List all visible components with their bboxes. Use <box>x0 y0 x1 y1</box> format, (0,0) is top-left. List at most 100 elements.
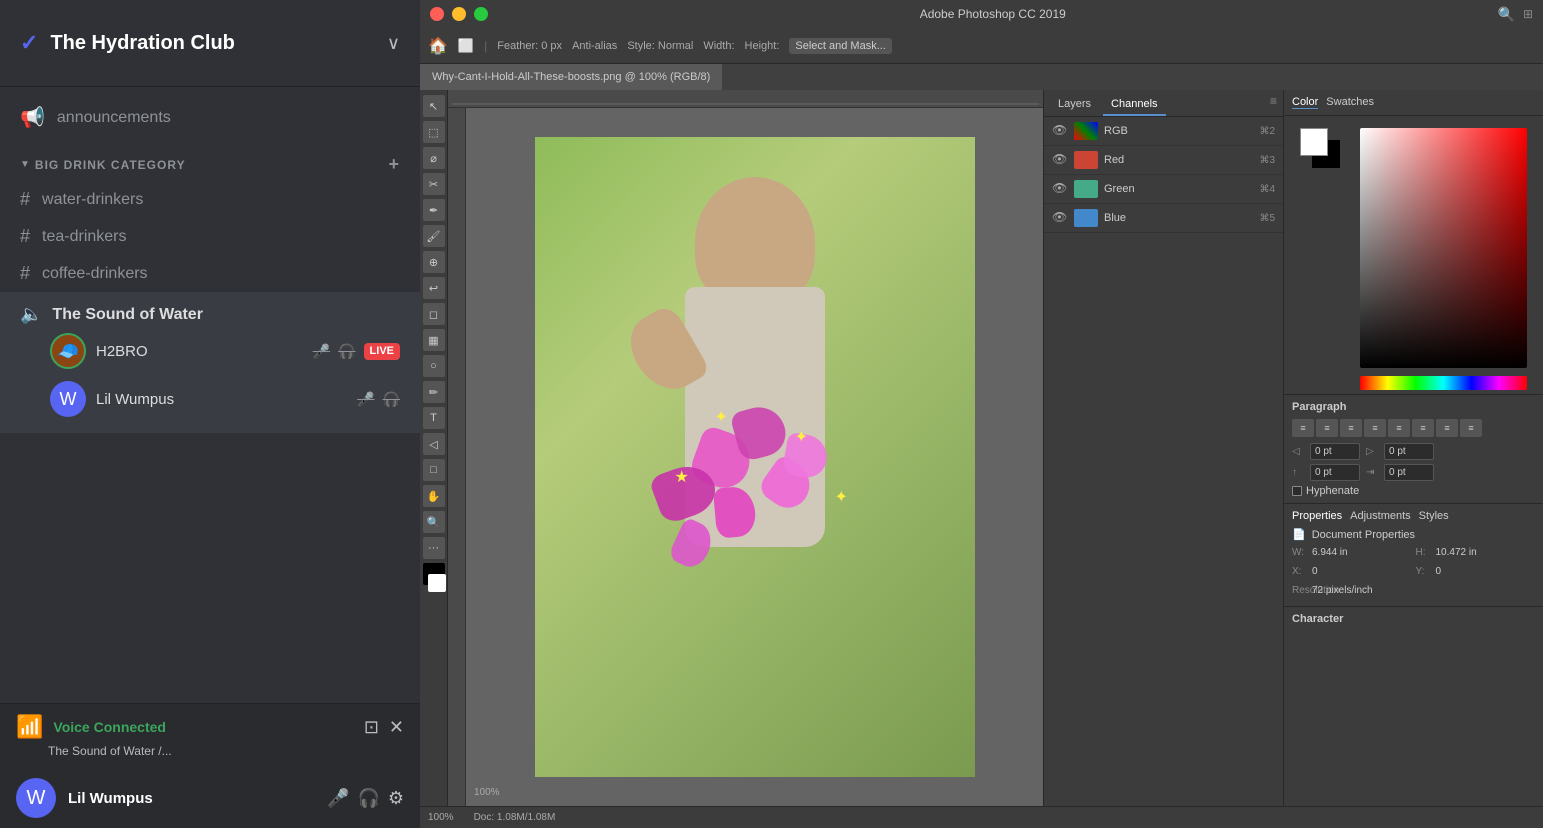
ps-layer-row-green[interactable]: 👁 Green ⌘4 <box>1044 175 1283 204</box>
ps-type-tool[interactable]: T <box>423 407 445 429</box>
ps-canvas: ✦ ✦ ★ ✦ <box>535 137 975 777</box>
voice-channel-info: The Sound of Water /... <box>16 744 404 758</box>
channel-item-water-drinkers[interactable]: # water-drinkers <box>0 181 420 218</box>
deafen-toggle-button[interactable]: 🎧 <box>357 788 379 809</box>
meme-figure: ✦ ✦ ★ ✦ <box>615 167 895 747</box>
ps-indent-left-input[interactable] <box>1310 443 1360 460</box>
ps-y-key: Y: <box>1416 566 1432 577</box>
ps-maximize-button[interactable] <box>474 7 488 21</box>
chevron-down-icon[interactable]: ∨ <box>387 33 400 54</box>
ps-history-brush-tool[interactable]: ↩ <box>423 277 445 299</box>
eye-icon-blue[interactable]: 👁 <box>1052 210 1068 226</box>
ps-brush-tool[interactable]: 🖌 <box>423 225 445 247</box>
ps-window-controls[interactable]: ⊞ <box>1523 7 1533 21</box>
ps-zoom-tool[interactable]: 🔍 <box>423 511 445 533</box>
eye-icon-red[interactable]: 👁 <box>1052 152 1068 168</box>
member-name-lil-wumpus: Lil Wumpus <box>96 391 347 408</box>
ps-channels-tab[interactable]: Channels <box>1103 94 1165 116</box>
ps-align-right[interactable]: ≡ <box>1340 419 1362 437</box>
sidebar: ✓ The Hydration Club ∨ 📢 announcements ▼… <box>0 0 420 828</box>
ps-justify-right[interactable]: ≡ <box>1436 419 1458 437</box>
ps-top-toolbar[interactable]: 🏠 ⬜ | Feather: 0 px Anti-alias Style: No… <box>420 28 1543 64</box>
channel-item-tea-drinkers[interactable]: # tea-drinkers <box>0 218 420 255</box>
mute-toggle-button[interactable]: 🎤 <box>327 788 349 809</box>
ps-hyphenate-checkbox[interactable] <box>1292 486 1302 496</box>
caret-icon: ▼ <box>20 159 31 170</box>
hash-icon: # <box>20 263 30 284</box>
ps-hue-slider[interactable] <box>1360 376 1527 390</box>
ps-lasso-tool[interactable]: ⌀ <box>423 147 445 169</box>
ps-space-before-input[interactable] <box>1310 464 1360 481</box>
ps-eraser-tool[interactable]: ◻ <box>423 303 445 325</box>
ps-canvas-area[interactable]: ✦ ✦ ★ ✦ 100% <box>466 108 1043 806</box>
ps-path-select-tool[interactable]: ◁ <box>423 433 445 455</box>
ps-style-label: Style: Normal <box>627 40 693 52</box>
ps-fg-swatch[interactable] <box>1300 128 1328 156</box>
ps-clone-tool[interactable]: ⊕ <box>423 251 445 273</box>
ps-close-button[interactable] <box>430 7 444 21</box>
ps-gradient-tool[interactable]: ▦ <box>423 329 445 351</box>
ps-color-tab[interactable]: Color <box>1292 96 1318 109</box>
ps-properties-tab[interactable]: Properties <box>1292 510 1342 522</box>
ps-marquee-tool[interactable]: ⬚ <box>423 121 445 143</box>
ps-background-color[interactable] <box>428 574 446 592</box>
ps-fg-bg-swatches[interactable] <box>1300 128 1340 168</box>
ps-swatches-tab[interactable]: Swatches <box>1326 96 1374 109</box>
ps-select-mask-btn[interactable]: Select and Mask... <box>789 38 892 54</box>
eye-icon-green[interactable]: 👁 <box>1052 181 1068 197</box>
eye-icon-rgb[interactable]: 👁 <box>1052 123 1068 139</box>
ps-indent-right-input[interactable] <box>1384 443 1434 460</box>
ps-styles-tab[interactable]: Styles <box>1419 510 1449 522</box>
voice-member-h2bro: 🧢 H2BRO 🎤 🎧 LIVE <box>20 327 400 375</box>
ps-layer-row-rgb[interactable]: 👁 RGB ⌘2 <box>1044 117 1283 146</box>
add-channel-button[interactable]: + <box>388 154 400 175</box>
ps-hand-tool[interactable]: ✋ <box>423 485 445 507</box>
ps-home-icon[interactable]: 🏠 <box>428 36 448 56</box>
avatar-h2bro: 🧢 <box>50 333 86 369</box>
ps-minimize-button[interactable] <box>452 7 466 21</box>
ps-rect-select-icon[interactable]: ⬜ <box>458 38 474 54</box>
ps-justify-all[interactable]: ≡ <box>1412 419 1434 437</box>
sparkle-1: ✦ <box>715 407 728 427</box>
ps-first-indent-input[interactable] <box>1384 464 1434 481</box>
ps-shape-tool[interactable]: □ <box>423 459 445 481</box>
ps-active-tab[interactable]: Why-Cant-I-Hold-All-These-boosts.png @ 1… <box>420 64 723 90</box>
ps-layer-row-red[interactable]: 👁 Red ⌘3 <box>1044 146 1283 175</box>
mute-icon: 🎤 <box>357 391 374 408</box>
ps-adjustments-tab[interactable]: Adjustments <box>1350 510 1411 522</box>
ps-doc-props-header: 📄 Document Properties <box>1292 528 1535 541</box>
ps-align-center[interactable]: ≡ <box>1316 419 1338 437</box>
user-settings-button[interactable]: ⚙ <box>388 788 404 809</box>
ps-width-key: W: <box>1292 547 1308 558</box>
ps-panel-menu-icon[interactable]: ≡ <box>1270 94 1277 116</box>
ps-search-icon[interactable]: 🔍 <box>1498 6 1515 23</box>
ps-titlebar: Adobe Photoshop CC 2019 🔍 ⊞ <box>420 0 1543 28</box>
ps-eyedropper-tool[interactable]: ✒ <box>423 199 445 221</box>
ps-move-tool[interactable]: ↖ <box>423 95 445 117</box>
ps-layers-tab[interactable]: Layers <box>1050 94 1099 116</box>
channel-item-coffee-drinkers[interactable]: # coffee-drinkers <box>0 255 420 292</box>
ps-zoom-more[interactable]: ··· <box>423 537 445 559</box>
ps-pen-tool[interactable]: ✏ <box>423 381 445 403</box>
ps-justify-left[interactable]: ≡ <box>1364 419 1386 437</box>
ps-color-gradient[interactable] <box>1360 128 1527 368</box>
ps-prop-x: X: 0 <box>1292 566 1412 577</box>
server-header[interactable]: ✓ The Hydration Club ∨ <box>0 0 420 87</box>
layer-name-red: Red <box>1104 154 1253 166</box>
ps-justify-center[interactable]: ≡ <box>1388 419 1410 437</box>
ps-dodge-tool[interactable]: ○ <box>423 355 445 377</box>
ps-crop-tool[interactable]: ✂ <box>423 173 445 195</box>
ps-justify-full[interactable]: ≡ <box>1460 419 1482 437</box>
screen-share-button[interactable]: ⊡ <box>364 717 379 738</box>
ps-zoom-label: 100% <box>474 787 500 798</box>
ps-indent-right-icon: ▷ <box>1366 446 1378 457</box>
ps-layer-row-blue[interactable]: 👁 Blue ⌘5 <box>1044 204 1283 233</box>
category-big-drink[interactable]: ▼ BIG DRINK CATEGORY + <box>0 138 420 181</box>
channel-item-announcements[interactable]: 📢 announcements <box>0 97 420 138</box>
ps-space-before-icon: ↑ <box>1292 467 1304 478</box>
voice-channel-sound-of-water[interactable]: 🔈 The Sound of Water 🧢 H2BRO 🎤 🎧 LIVE W <box>0 292 420 433</box>
disconnect-button[interactable]: ✕ <box>389 717 404 738</box>
ps-align-buttons: ≡ ≡ ≡ ≡ ≡ ≡ ≡ ≡ <box>1292 419 1535 437</box>
horizontal-ruler <box>448 90 1043 108</box>
ps-align-left[interactable]: ≡ <box>1292 419 1314 437</box>
